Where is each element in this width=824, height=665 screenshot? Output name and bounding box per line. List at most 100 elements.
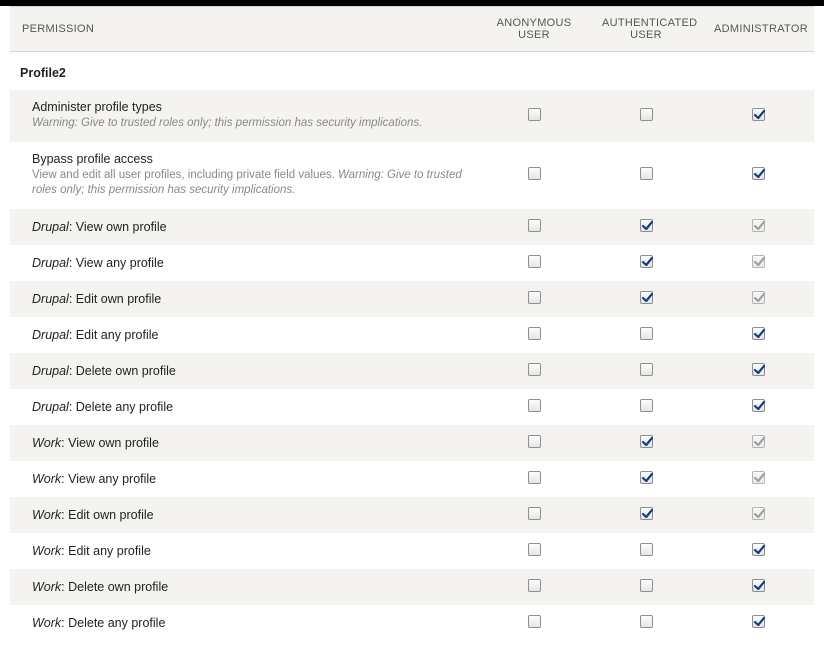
- permission-checkbox: [752, 291, 765, 304]
- permission-cell: Administer profile types Warning: Give to…: [10, 90, 478, 142]
- permission-label: Work: View any profile: [32, 472, 466, 486]
- permission-checkbox: [752, 471, 765, 484]
- permission-cell: Work: Edit own profile: [10, 497, 478, 533]
- table-row: Drupal: Delete any profile: [10, 389, 814, 425]
- checkbox-cell: [702, 389, 814, 425]
- permission-cell: Work: Edit any profile: [10, 533, 478, 569]
- checkbox-cell: [478, 281, 590, 317]
- permission-checkbox[interactable]: [528, 255, 541, 268]
- permission-checkbox[interactable]: [528, 399, 541, 412]
- permission-label: Administer profile types: [32, 100, 466, 114]
- permission-cell: Bypass profile accessView and edit all u…: [10, 142, 478, 209]
- checkbox-cell: [478, 142, 590, 209]
- permission-label: Work: Edit own profile: [32, 508, 466, 522]
- permission-checkbox[interactable]: [528, 167, 541, 180]
- checkbox-cell: [590, 569, 702, 605]
- table-row: Work: View any profile: [10, 461, 814, 497]
- permission-label: Work: View own profile: [32, 436, 466, 450]
- permission-checkbox[interactable]: [640, 579, 653, 592]
- checkbox-cell: [702, 281, 814, 317]
- permission-checkbox[interactable]: [528, 291, 541, 304]
- permission-cell: Work: View own profile: [10, 425, 478, 461]
- checkbox-cell: [702, 605, 814, 641]
- permission-checkbox: [752, 255, 765, 268]
- permission-label: Work: Delete own profile: [32, 580, 466, 594]
- checkbox-cell: [478, 389, 590, 425]
- checkbox-cell: [702, 317, 814, 353]
- permission-checkbox[interactable]: [640, 615, 653, 628]
- permission-label: Drupal: Delete own profile: [32, 364, 466, 378]
- permission-checkbox[interactable]: [752, 615, 765, 628]
- checkbox-cell: [590, 281, 702, 317]
- permission-checkbox[interactable]: [640, 363, 653, 376]
- permission-checkbox[interactable]: [528, 579, 541, 592]
- permission-checkbox[interactable]: [640, 327, 653, 340]
- checkbox-cell: [702, 461, 814, 497]
- checkbox-cell: [478, 90, 590, 142]
- permission-checkbox[interactable]: [752, 363, 765, 376]
- permission-cell: Work: Delete own profile: [10, 569, 478, 605]
- checkbox-cell: [478, 497, 590, 533]
- checkbox-cell: [590, 209, 702, 245]
- permission-checkbox[interactable]: [640, 291, 653, 304]
- checkbox-cell: [702, 209, 814, 245]
- permission-checkbox[interactable]: [752, 579, 765, 592]
- permission-checkbox[interactable]: [640, 399, 653, 412]
- permission-checkbox: [752, 435, 765, 448]
- permission-checkbox: [752, 507, 765, 520]
- permission-cell: Work: Delete any profile: [10, 605, 478, 641]
- permission-cell: Drupal: Edit own profile: [10, 281, 478, 317]
- permission-checkbox[interactable]: [640, 108, 653, 121]
- permissions-wrapper: PERMISSION ANONYMOUS USER AUTHENTICATED …: [0, 6, 824, 641]
- permission-checkbox[interactable]: [640, 435, 653, 448]
- permission-checkbox[interactable]: [752, 543, 765, 556]
- permission-cell: Drupal: Edit any profile: [10, 317, 478, 353]
- checkbox-cell: [590, 317, 702, 353]
- permission-cell: Drupal: Delete own profile: [10, 353, 478, 389]
- permission-checkbox[interactable]: [752, 327, 765, 340]
- permission-checkbox[interactable]: [528, 507, 541, 520]
- table-row: Drupal: View own profile: [10, 209, 814, 245]
- permission-checkbox[interactable]: [528, 363, 541, 376]
- permission-label: Drupal: View own profile: [32, 220, 466, 234]
- permission-checkbox[interactable]: [640, 219, 653, 232]
- permissions-table: PERMISSION ANONYMOUS USER AUTHENTICATED …: [10, 6, 814, 641]
- checkbox-cell: [702, 569, 814, 605]
- permission-label: Drupal: View any profile: [32, 256, 466, 270]
- col-anonymous-user: ANONYMOUS USER: [478, 7, 590, 52]
- table-row: Work: Delete any profile: [10, 605, 814, 641]
- checkbox-cell: [590, 142, 702, 209]
- permission-checkbox[interactable]: [528, 219, 541, 232]
- col-authenticated-user: AUTHENTICATED USER: [590, 7, 702, 52]
- checkbox-cell: [478, 317, 590, 353]
- permission-checkbox[interactable]: [752, 399, 765, 412]
- checkbox-cell: [590, 245, 702, 281]
- permission-checkbox[interactable]: [528, 435, 541, 448]
- permission-cell: Work: View any profile: [10, 461, 478, 497]
- permission-checkbox[interactable]: [752, 108, 765, 121]
- table-row: Bypass profile accessView and edit all u…: [10, 142, 814, 209]
- permission-label: Bypass profile access: [32, 152, 466, 166]
- permission-checkbox[interactable]: [640, 543, 653, 556]
- checkbox-cell: [590, 533, 702, 569]
- permission-checkbox[interactable]: [640, 167, 653, 180]
- permission-checkbox[interactable]: [528, 543, 541, 556]
- checkbox-cell: [590, 425, 702, 461]
- permission-description: Warning: Give to trusted roles only; thi…: [32, 116, 466, 132]
- permission-checkbox[interactable]: [528, 108, 541, 121]
- checkbox-cell: [702, 142, 814, 209]
- table-row: Administer profile types Warning: Give to…: [10, 90, 814, 142]
- permission-checkbox[interactable]: [528, 615, 541, 628]
- checkbox-cell: [590, 605, 702, 641]
- table-row: Work: View own profile: [10, 425, 814, 461]
- section-row: Profile2: [10, 52, 814, 91]
- checkbox-cell: [702, 425, 814, 461]
- permission-checkbox[interactable]: [528, 471, 541, 484]
- checkbox-cell: [478, 533, 590, 569]
- permission-checkbox[interactable]: [528, 327, 541, 340]
- permission-checkbox[interactable]: [640, 507, 653, 520]
- permission-checkbox[interactable]: [752, 167, 765, 180]
- permission-checkbox[interactable]: [640, 471, 653, 484]
- permission-checkbox[interactable]: [640, 255, 653, 268]
- checkbox-cell: [702, 497, 814, 533]
